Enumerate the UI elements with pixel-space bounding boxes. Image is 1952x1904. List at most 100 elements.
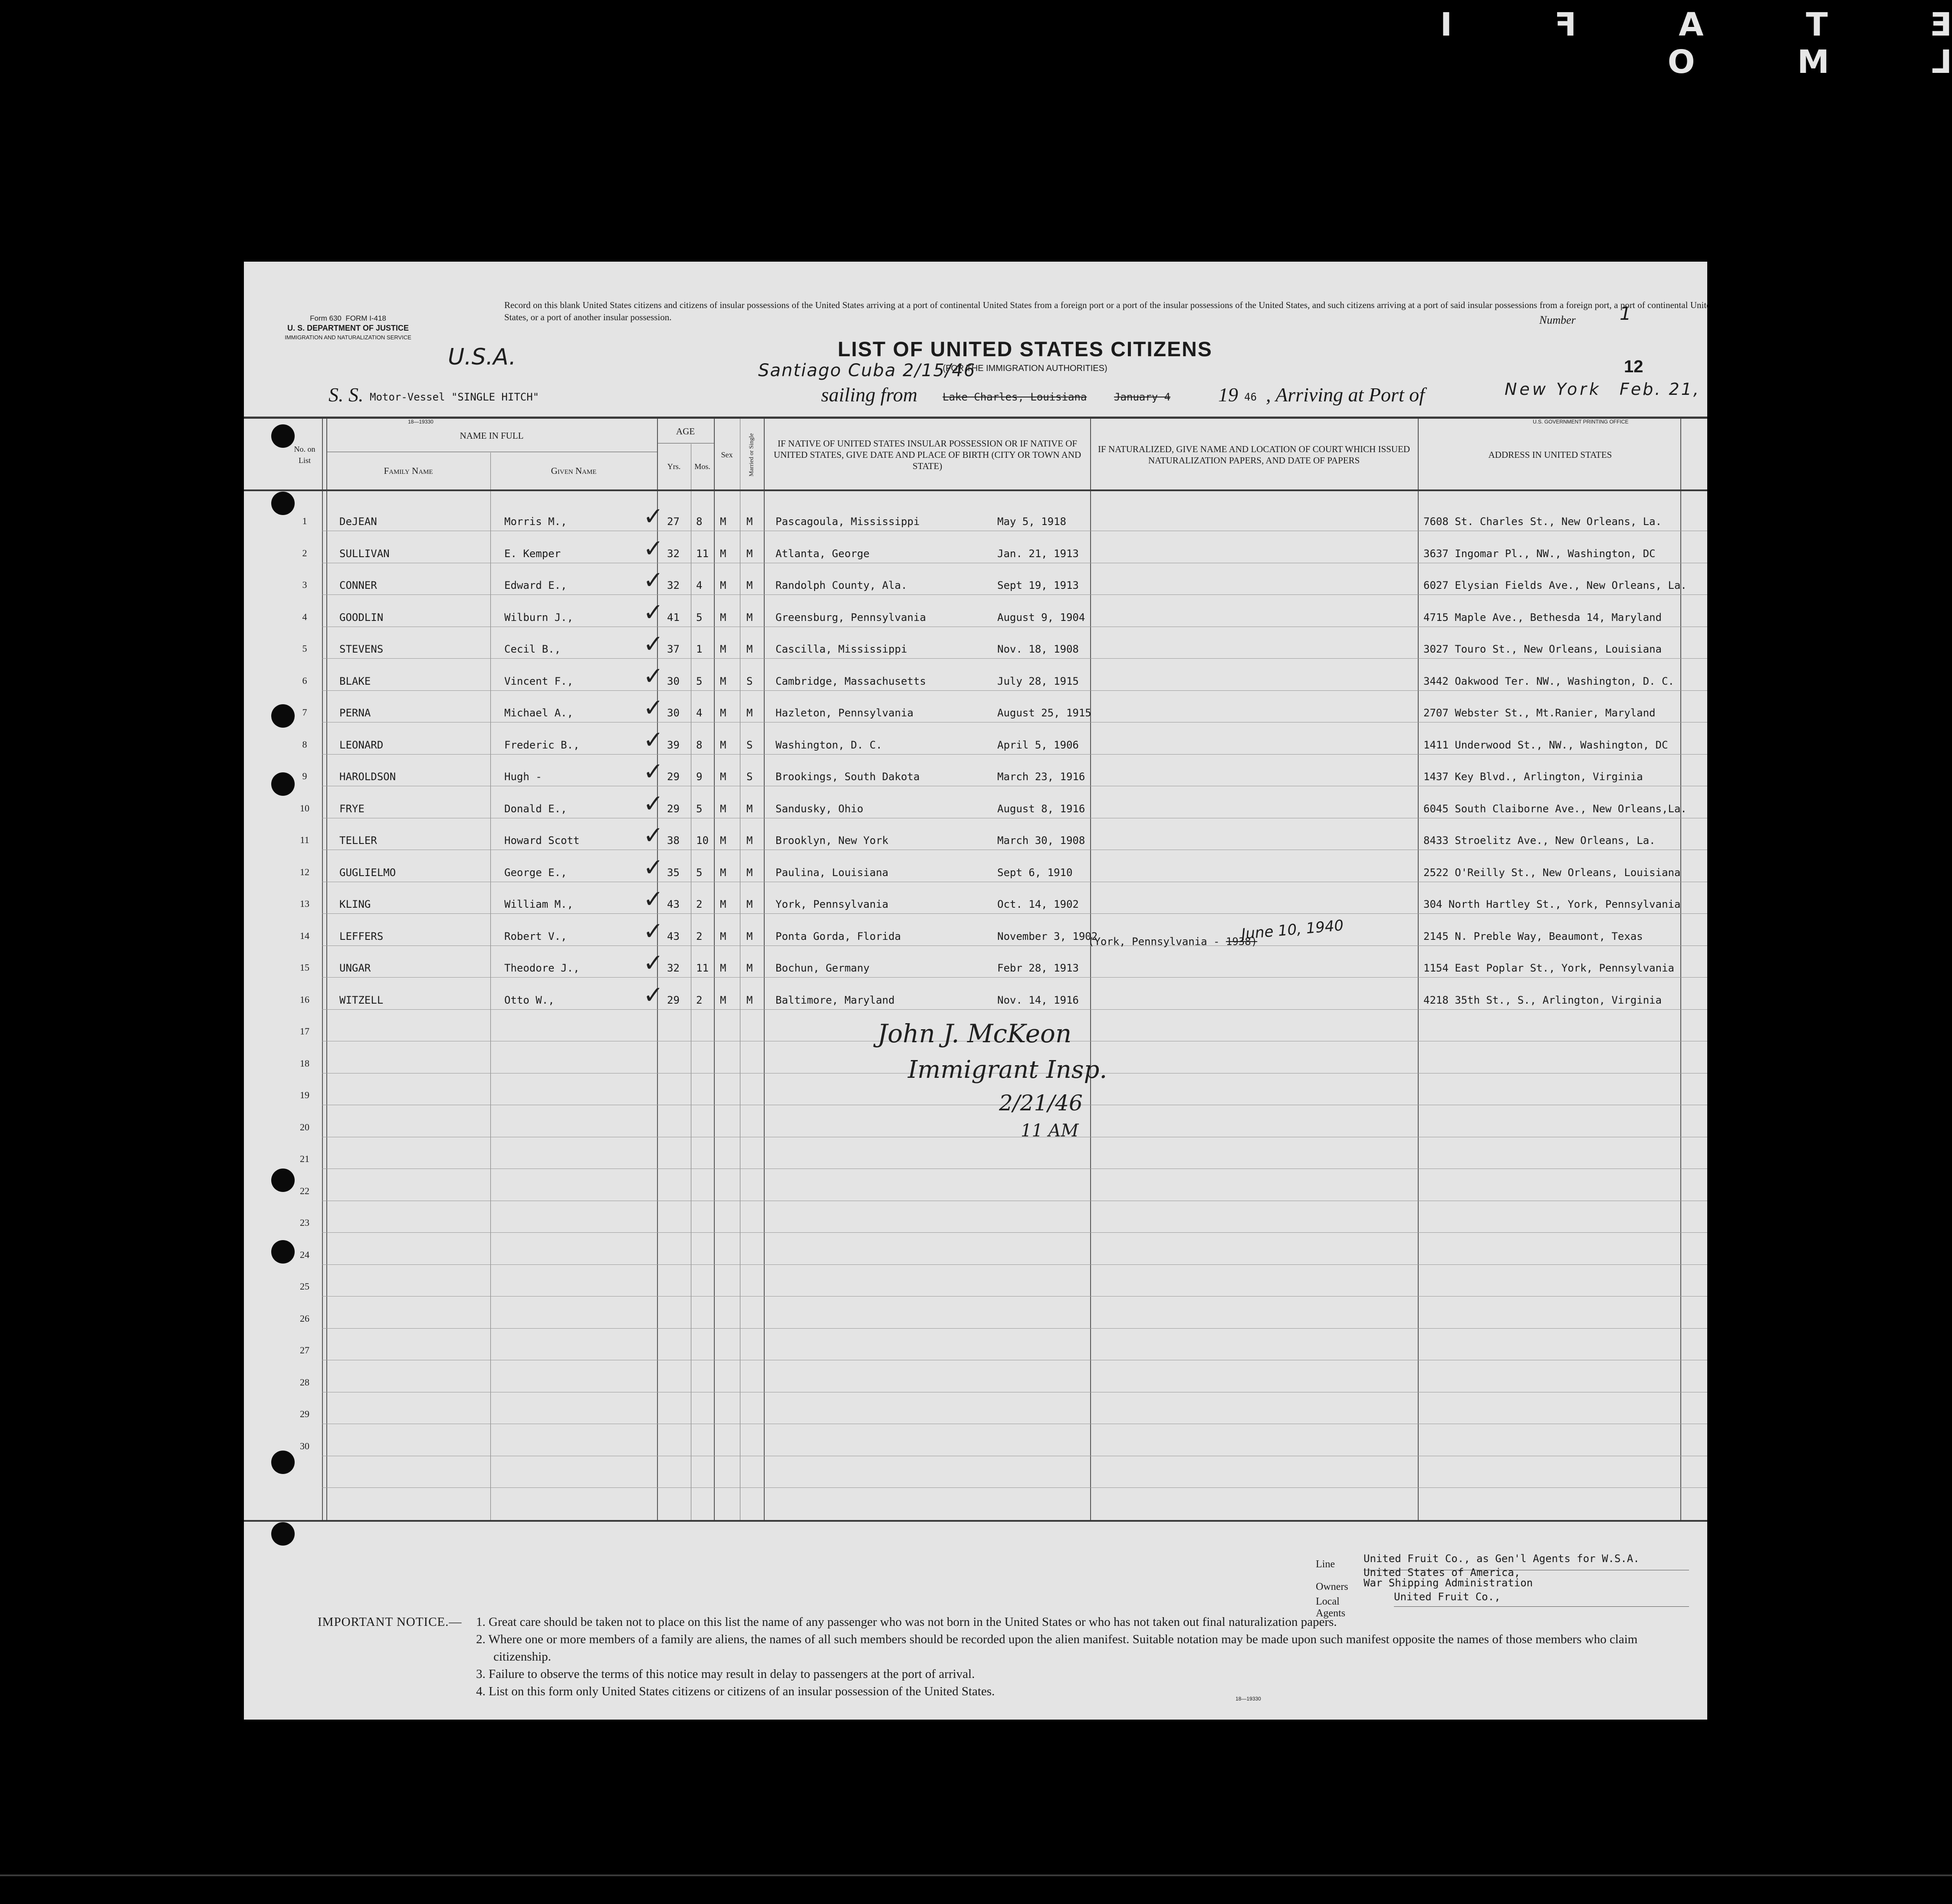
- cell-ms: M: [746, 547, 753, 560]
- cell-family: GOODLIN: [339, 611, 384, 624]
- cell-yrs: 32: [667, 962, 680, 974]
- row-number: 18: [300, 1057, 309, 1069]
- cell-given: Vincent F.,: [504, 675, 573, 687]
- punch-hole: [271, 492, 295, 515]
- cell-date: Febr 28, 1913: [997, 962, 1079, 974]
- cell-sex: M: [720, 515, 726, 528]
- cell-ms: M: [746, 834, 753, 847]
- header-married-single: Married or Single: [748, 433, 755, 476]
- cell-sex: M: [720, 675, 726, 687]
- check-mark-icon: ✓: [643, 758, 664, 786]
- inspector-title: Immigrant Insp.: [908, 1056, 1107, 1084]
- cell-yrs: 41: [667, 611, 680, 624]
- cell-family: TELLER: [339, 834, 377, 847]
- film-edge-marking: E T A F I L M O: [1394, 6, 1952, 81]
- cell-address: 4715 Maple Ave., Bethesda 14, Maryland: [1423, 611, 1662, 624]
- cell-family: WITZELL: [339, 994, 384, 1006]
- row-number: 29: [300, 1408, 309, 1419]
- cell-sex: M: [720, 611, 726, 624]
- row-rule: [322, 1487, 1707, 1488]
- row-rule: [322, 1264, 1707, 1265]
- owners-label: Owners: [1316, 1581, 1348, 1592]
- cell-address: 1411 Underwood St., NW., Washington, DC: [1423, 739, 1668, 751]
- check-mark-icon: ✓: [643, 566, 664, 594]
- cell-family: LEONARD: [339, 739, 384, 751]
- row-rule: [322, 945, 1707, 946]
- ss-label: S. S.: [329, 384, 364, 406]
- cell-given: Theodore J.,: [504, 962, 580, 974]
- cell-ms: S: [746, 675, 753, 687]
- cell-sex: M: [720, 866, 726, 879]
- punch-hole: [271, 1240, 295, 1264]
- cell-family: DeJEAN: [339, 515, 377, 528]
- cell-address: 6027 Elysian Fields Ave., New Orleans, L…: [1423, 579, 1687, 591]
- column-rule: [714, 419, 715, 1520]
- row-number: 27: [300, 1345, 309, 1356]
- cell-place: Atlanta, George: [776, 547, 870, 560]
- header-name-in-full: NAME IN FULL: [460, 430, 524, 441]
- vessel-name: Motor-Vessel "SINGLE HITCH": [370, 391, 539, 403]
- cell-family: STEVENS: [339, 643, 384, 655]
- cell-address: 2145 N. Preble Way, Beaumont, Texas: [1423, 930, 1643, 942]
- cell-address: 1154 East Poplar St., York, Pennsylvania: [1423, 962, 1674, 974]
- punch-hole: [271, 1451, 295, 1474]
- column-rule: [326, 419, 327, 1520]
- cell-ms: S: [746, 771, 753, 783]
- cell-family: KLING: [339, 898, 371, 910]
- cell-given: Cecil B.,: [504, 643, 561, 655]
- notice-print-code: 18—19330: [1236, 1696, 1261, 1702]
- check-mark-icon: ✓: [643, 981, 664, 1009]
- cell-date: August 25, 1915: [997, 707, 1091, 719]
- cell-ms: M: [746, 802, 753, 815]
- header-top-rule: [244, 417, 1707, 419]
- cell-date: August 8, 1916: [997, 802, 1085, 815]
- cell-family: PERNA: [339, 707, 371, 719]
- row-number: 21: [300, 1153, 309, 1164]
- cell-no: 2: [302, 547, 307, 558]
- cell-given: Wilburn J.,: [504, 611, 573, 624]
- agents-value: United Fruit Co.,: [1394, 1591, 1501, 1603]
- cell-sex: M: [720, 579, 726, 591]
- row-rule: [322, 977, 1707, 978]
- cell-date: April 5, 1906: [997, 739, 1079, 751]
- naturalization-date-15: June 10, 1940: [1240, 916, 1344, 943]
- row-number: 19: [300, 1090, 309, 1100]
- form-alt-number: FORM I-418: [345, 314, 386, 322]
- cell-yrs: 38: [667, 834, 680, 847]
- form-identifier: Form 630 FORM I-418 U. S. DEPARTMENT OF …: [283, 314, 413, 342]
- column-rule: [764, 419, 765, 1520]
- cell-date: Nov. 14, 1916: [997, 994, 1079, 1006]
- cell-sex: M: [720, 962, 726, 974]
- cell-no: 14: [300, 930, 309, 941]
- cell-sex: M: [720, 994, 726, 1006]
- check-mark-icon: ✓: [643, 598, 664, 627]
- header-yrs: Yrs.: [667, 462, 681, 471]
- sailing-from-label: sailing from: [821, 384, 917, 406]
- cell-no: 13: [300, 898, 309, 909]
- cell-yrs: 30: [667, 675, 680, 687]
- cell-yrs: 37: [667, 643, 680, 655]
- check-mark-icon: ✓: [643, 949, 664, 977]
- cell-sex: M: [720, 643, 726, 655]
- check-mark-icon: ✓: [643, 853, 664, 882]
- cell-mos: 5: [696, 866, 703, 879]
- cell-ms: M: [746, 866, 753, 879]
- header-family-name: Family Name: [384, 466, 433, 476]
- header-mos: Mos.: [694, 462, 710, 471]
- cell-family: SULLIVAN: [339, 547, 390, 560]
- cell-mos: 8: [696, 515, 703, 528]
- row-number: 25: [300, 1281, 309, 1292]
- handwritten-usa: U.S.A.: [448, 344, 516, 370]
- cell-no: 1: [302, 515, 307, 526]
- cell-date: November 3, 1902: [997, 930, 1098, 942]
- cell-mos: 2: [696, 898, 703, 910]
- cell-family: CONNER: [339, 579, 377, 591]
- manifest-sheet: Form 630 FORM I-418 U. S. DEPARTMENT OF …: [244, 262, 1707, 1720]
- cell-ms: M: [746, 930, 753, 942]
- punch-hole: [271, 772, 295, 796]
- service-name: IMMIGRATION AND NATURALIZATION SERVICE: [285, 334, 411, 341]
- cell-yrs: 43: [667, 898, 680, 910]
- row-rule: [322, 1009, 1707, 1010]
- cell-ms: M: [746, 707, 753, 719]
- line-value: United Fruit Co., as Gen'l Agents for W.…: [1364, 1553, 1640, 1565]
